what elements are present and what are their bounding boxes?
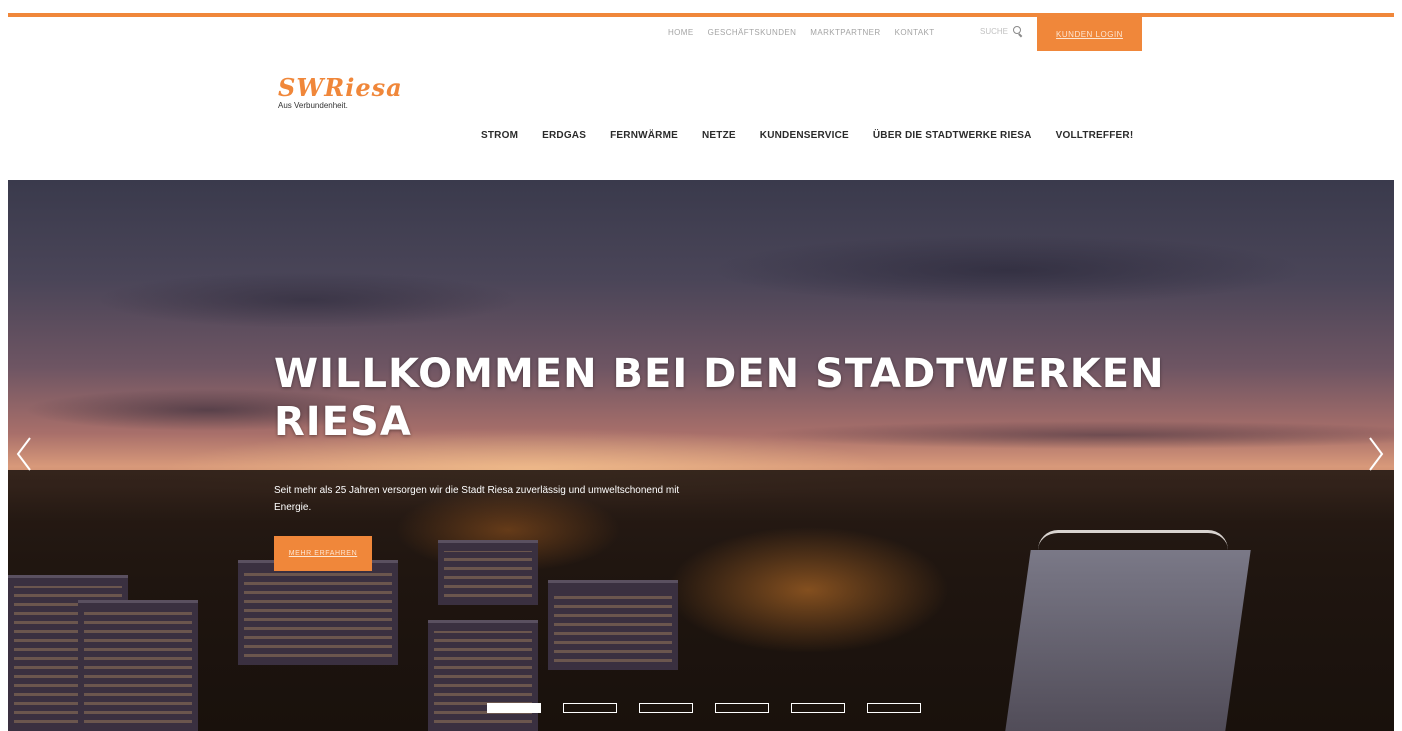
slider-dot[interactable] bbox=[563, 703, 617, 713]
utility-nav-market-partners[interactable]: MARKTPARTNER bbox=[810, 28, 880, 37]
customer-login-button[interactable]: KUNDEN LOGIN bbox=[1037, 17, 1142, 51]
hero-river bbox=[1005, 550, 1251, 731]
main-nav-kundenservice[interactable]: KUNDENSERVICE bbox=[760, 130, 849, 141]
hero-text: Seit mehr als 25 Jahren versorgen wir di… bbox=[274, 485, 680, 513]
hero-cta-button[interactable]: MEHR ERFAHREN bbox=[274, 536, 372, 571]
utility-nav-business-customers[interactable]: GESCHÄFTSKUNDEN bbox=[708, 28, 797, 37]
search-icon[interactable] bbox=[1013, 26, 1023, 36]
slider-dot[interactable] bbox=[791, 703, 845, 713]
logo-wordmark: SWRiesa bbox=[278, 73, 403, 102]
hero-building bbox=[238, 560, 398, 665]
logo-tagline: Aus Verbundenheit. bbox=[278, 101, 348, 110]
utility-nav: HOME GESCHÄFTSKUNDEN MARKTPARTNER KONTAK… bbox=[668, 28, 935, 37]
main-nav-fernwaerme[interactable]: FERNWÄRME bbox=[610, 130, 678, 141]
slider-dot[interactable] bbox=[487, 703, 541, 713]
slider-dot[interactable] bbox=[867, 703, 921, 713]
main-nav-ueber-uns[interactable]: ÜBER DIE STADTWERKE RIESA bbox=[873, 130, 1032, 141]
search-box bbox=[980, 26, 1023, 36]
logo[interactable]: SWRiesa Aus Verbundenheit. bbox=[278, 73, 403, 111]
top-accent-bar bbox=[8, 13, 1394, 17]
hero-building bbox=[548, 580, 678, 670]
main-nav: STROM ERDGAS FERNWÄRME NETZE KUNDENSERVI… bbox=[481, 130, 1133, 141]
utility-nav-contact[interactable]: KONTAKT bbox=[895, 28, 935, 37]
utility-nav-home[interactable]: HOME bbox=[668, 28, 694, 37]
slider-dot[interactable] bbox=[639, 703, 693, 713]
slider-pagination bbox=[487, 703, 921, 713]
main-nav-netze[interactable]: NETZE bbox=[702, 130, 736, 141]
main-nav-volltreffer[interactable]: VOLLTREFFER! bbox=[1056, 130, 1134, 141]
hero-slider: WILLKOMMEN BEI DEN STADTWERKEN RIESA Sei… bbox=[8, 180, 1394, 731]
chevron-right-icon[interactable] bbox=[1366, 434, 1386, 474]
main-nav-erdgas[interactable]: ERDGAS bbox=[542, 130, 586, 141]
hero-building bbox=[428, 620, 538, 731]
main-nav-strom[interactable]: STROM bbox=[481, 130, 518, 141]
search-input[interactable] bbox=[980, 26, 1010, 36]
slider-dot[interactable] bbox=[715, 703, 769, 713]
hero-building bbox=[438, 540, 538, 605]
hero-bridge bbox=[1038, 530, 1228, 550]
chevron-left-icon[interactable] bbox=[14, 434, 34, 474]
hero-title: WILLKOMMEN BEI DEN STADTWERKEN RIESA bbox=[274, 351, 1165, 445]
hero-building bbox=[78, 600, 198, 731]
